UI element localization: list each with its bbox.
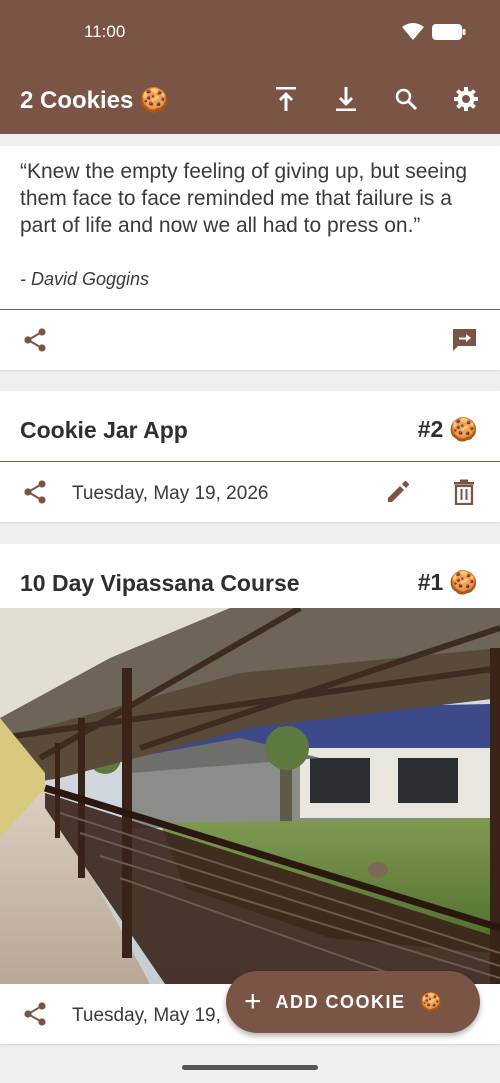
cookie-number-text: #2: [417, 416, 444, 442]
share-icon: [24, 1002, 46, 1026]
battery-icon: [432, 23, 466, 46]
app-bar: 2 Cookies 🍪: [0, 64, 500, 134]
divider: [0, 461, 500, 462]
page-title: 2 Cookies 🍪: [20, 86, 169, 115]
gesture-handle[interactable]: [182, 1065, 318, 1070]
delete-cookie-button[interactable]: [446, 474, 482, 510]
share-icon: [24, 328, 46, 352]
download-button[interactable]: [326, 82, 366, 116]
plus-icon: +: [244, 985, 262, 1018]
pencil-icon: [388, 481, 409, 502]
search-button[interactable]: [386, 82, 426, 116]
search-icon: [395, 88, 418, 111]
cookie-card[interactable]: Cookie Jar App #2 🍪 Tuesday, May 19, 202…: [0, 391, 500, 522]
cookie-date: Tuesday, May 19,: [72, 1005, 221, 1026]
share-cookie-button[interactable]: [17, 996, 53, 1032]
app-title-text: 2 Cookies: [20, 86, 134, 114]
cookie-icon: 🍪: [419, 991, 442, 1012]
quote-author: - David Goggins: [20, 269, 150, 289]
quote-feedback-button[interactable]: [446, 322, 482, 358]
status-time: 11:00: [84, 22, 126, 41]
cookie-photo[interactable]: [0, 608, 500, 984]
quote-text: “Knew the empty feeling of giving up, bu…: [20, 160, 468, 237]
app-bar-actions: [266, 82, 486, 116]
cookie-icon: 🍪: [139, 87, 170, 114]
add-cookie-label: ADD COOKIE: [275, 991, 406, 1012]
status-icons: [402, 23, 466, 46]
status-bar: 11:00: [0, 0, 500, 64]
gear-icon: [454, 87, 478, 111]
share-cookie-button[interactable]: [17, 474, 53, 510]
cookie-date: Tuesday, May 19, 2026: [72, 483, 269, 504]
app-screen: 11:00 2 Cookies 🍪 “Knew the empty feelin…: [0, 0, 500, 1083]
cookie-icon: 🍪: [449, 569, 478, 595]
cookie-icon: 🍪: [449, 416, 478, 442]
cookie-title: Cookie Jar App: [20, 417, 188, 443]
edit-cookie-button[interactable]: [380, 474, 416, 510]
cookie-number: #2 🍪: [418, 416, 478, 443]
share-quote-button[interactable]: [17, 322, 53, 358]
divider: [0, 309, 500, 310]
cookie-number: #1 🍪: [418, 569, 478, 596]
comment-arrow-icon: [452, 329, 476, 351]
trash-icon: [454, 479, 474, 505]
settings-button[interactable]: [446, 82, 486, 116]
upload-button[interactable]: [266, 82, 306, 116]
wifi-icon: [402, 23, 424, 46]
cookie-title: 10 Day Vipassana Course: [20, 570, 300, 596]
cookie-number-text: #1: [417, 569, 444, 595]
courtyard-photo-image: [0, 608, 500, 984]
download-icon: [336, 87, 356, 111]
upload-icon: [276, 87, 296, 111]
add-cookie-button[interactable]: + ADD COOKIE 🍪: [226, 971, 480, 1033]
share-icon: [24, 480, 46, 504]
quote-card: “Knew the empty feeling of giving up, bu…: [0, 146, 500, 370]
